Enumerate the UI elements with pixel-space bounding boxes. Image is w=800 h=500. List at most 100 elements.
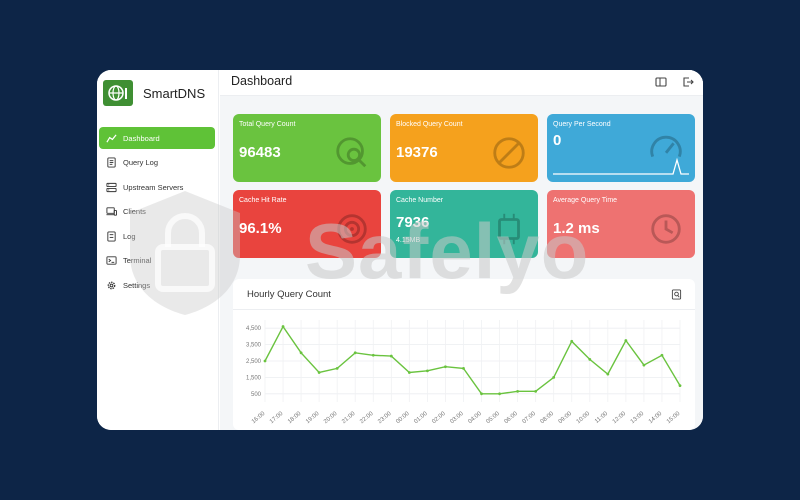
data-point [335, 366, 339, 370]
clock-icon [651, 214, 681, 244]
card-title: Query Per Second [553, 121, 611, 128]
stat-card-blocked-query-count: Blocked Query Count 19376 [390, 114, 538, 182]
sidebar-item-label: Terminal [123, 256, 152, 266]
x-tick-label: 09:00 [558, 411, 574, 426]
sidebar-nav: Dashboard Query Log Upstream Servers Cli… [97, 127, 219, 299]
sidebar-item-clients[interactable]: Clients [99, 201, 215, 223]
x-tick-label: 01:00 [413, 411, 429, 426]
block-icon [493, 137, 525, 169]
x-tick-label: 10:00 [576, 411, 592, 426]
sidebar: SmartDNS Dashboard Query Log Upstream Se… [97, 70, 219, 430]
devices-icon [106, 207, 117, 216]
topbar: Dashboard [220, 70, 703, 96]
data-point [624, 339, 628, 342]
app-name: SmartDNS [143, 85, 206, 101]
y-tick-label: 3,500 [246, 343, 262, 349]
smartdns-logo-icon [103, 80, 133, 106]
sidebar-item-terminal[interactable]: Terminal [99, 250, 215, 272]
x-tick-label: 12:00 [612, 411, 628, 426]
x-tick-label: 08:00 [540, 411, 556, 426]
sidebar-item-label: Dashboard [123, 133, 160, 143]
stat-card-total-query-count: Total Query Count 96483 [233, 114, 381, 182]
sidebar-item-label: Log [123, 231, 136, 241]
gear-icon [107, 281, 116, 290]
hourly-query-chart-panel: Hourly Query Count 500 1,500 2,500 3,500 4,5… [233, 279, 695, 430]
main-content: Dashboard Total Query Count 96483 Blocke… [220, 70, 703, 430]
document-list-icon [107, 157, 116, 168]
x-tick-label: 00:00 [395, 411, 411, 426]
y-tick-label: 2,500 [246, 359, 262, 365]
sidebar-item-label: Upstream Servers [123, 182, 184, 192]
x-tick-label: 07:00 [522, 411, 538, 426]
chart-line-icon [106, 133, 117, 142]
card-value: 96.1% [239, 220, 282, 237]
card-title: Cache Hit Rate [239, 197, 287, 204]
data-point [444, 365, 447, 369]
data-point [407, 371, 411, 374]
sidebar-item-log[interactable]: Log [99, 225, 215, 247]
server-icon [106, 182, 117, 192]
sidebar-item-dashboard[interactable]: Dashboard [99, 127, 215, 149]
data-point [389, 354, 393, 358]
y-tick-label: 500 [251, 392, 262, 398]
x-tick-label: 18:00 [287, 411, 303, 426]
sidebar-item-label: Query Log [123, 158, 159, 168]
y-tick-label: 4,500 [246, 326, 262, 332]
data-point [642, 363, 646, 367]
sidebar-toggle-icon[interactable] [654, 75, 668, 89]
line-chart: 500 1,500 2,500 3,500 4,500 16:00 17:00 18:00 19… [246, 320, 682, 426]
data-point [299, 351, 303, 355]
data-point [462, 366, 465, 370]
data-point [281, 325, 285, 328]
card-value: 7936 [396, 214, 430, 231]
card-value: 96483 [239, 144, 281, 161]
sidebar-item-query-log[interactable]: Query Log [99, 152, 215, 174]
series-line [264, 325, 681, 395]
card-value: 1.2 ms [553, 220, 600, 237]
card-subvalue: 4.15MB [396, 237, 421, 244]
chart-title: Hourly Query Count [247, 289, 331, 300]
data-point [353, 351, 357, 355]
data-point [516, 389, 520, 393]
data-point [678, 384, 682, 387]
zoom-icon[interactable] [671, 289, 682, 300]
x-tick-label: 17:00 [269, 411, 285, 426]
x-tick-label: 06:00 [504, 411, 520, 426]
logout-icon[interactable] [681, 75, 695, 89]
x-tick-label: 03:00 [449, 411, 465, 426]
stat-card-average-query-time: Average Query Time 1.2 ms [547, 190, 695, 258]
sidebar-item-upstream-servers[interactable]: Upstream Servers [99, 176, 215, 198]
x-tick-label: 15:00 [666, 411, 682, 426]
data-point [660, 353, 664, 357]
target-icon [337, 214, 367, 244]
sidebar-item-label: Clients [123, 207, 146, 217]
card-title: Total Query Count [239, 121, 296, 128]
x-tick-label: 02:00 [431, 411, 447, 426]
card-value: 19376 [396, 144, 438, 161]
x-tick-label: 05:00 [485, 411, 501, 426]
x-tick-label: 21:00 [341, 411, 357, 426]
data-point [498, 392, 501, 396]
card-title: Blocked Query Count [396, 121, 463, 128]
x-tick-label: 22:00 [359, 411, 375, 426]
data-point [480, 392, 483, 396]
x-tick-label: 19:00 [305, 411, 321, 426]
data-point [606, 372, 610, 376]
data-point [588, 357, 592, 361]
x-tick-label: 23:00 [377, 411, 393, 426]
qps-sparkline [553, 157, 689, 175]
log-file-icon [107, 231, 116, 242]
data-point [552, 376, 556, 379]
x-tick-label: 20:00 [323, 411, 339, 426]
x-tick-label: 16:00 [251, 411, 267, 426]
data-point [570, 339, 574, 343]
data-point [534, 389, 538, 393]
sidebar-item-label: Settings [123, 281, 151, 291]
sidebar-item-settings[interactable]: Settings [99, 275, 215, 297]
x-tick-label: 13:00 [630, 411, 646, 426]
x-tick-label: 14:00 [648, 411, 664, 426]
y-tick-label: 1,500 [246, 375, 262, 381]
x-tick-label: 04:00 [467, 411, 483, 426]
terminal-icon [106, 256, 117, 266]
search-globe-icon [336, 137, 367, 168]
